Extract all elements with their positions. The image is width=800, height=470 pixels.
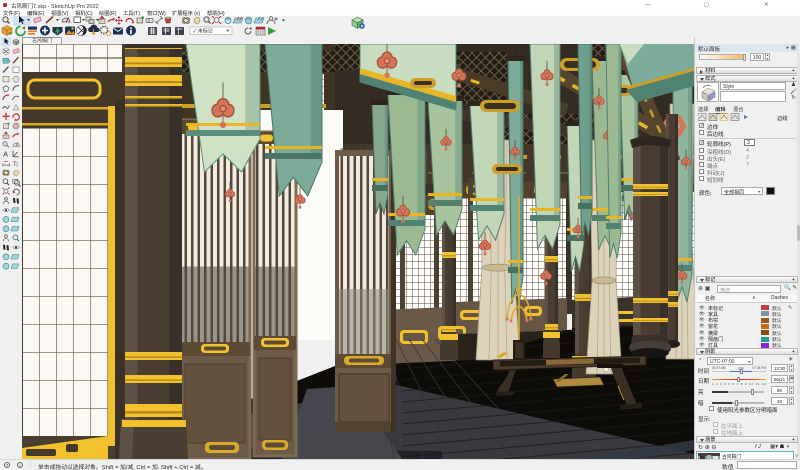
svg-text:A: A: [3, 152, 8, 159]
svg-text:✓ 未标记: ✓ 未标记: [193, 28, 213, 35]
svg-text:3: 3: [16, 162, 19, 168]
